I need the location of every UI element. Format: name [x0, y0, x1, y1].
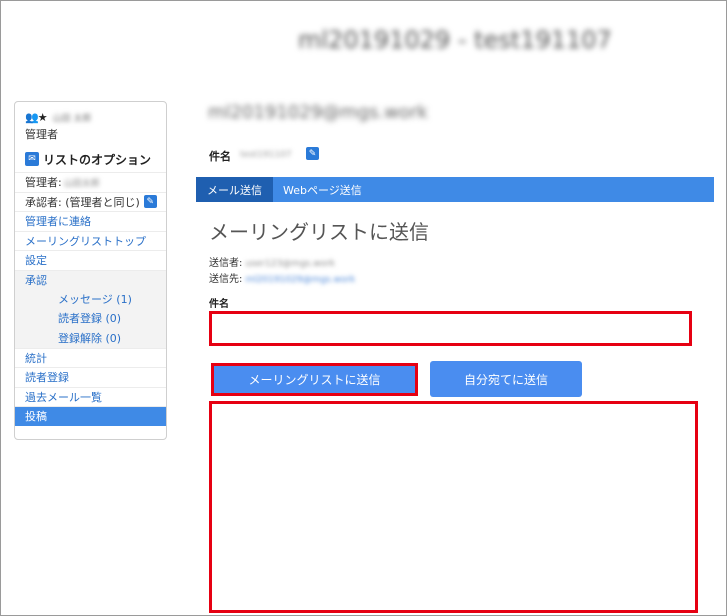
- admin-value: 山田太郎: [63, 178, 100, 189]
- send-tabs: メール送信 Webページ送信: [196, 177, 714, 202]
- sidebar-item-contact-admin[interactable]: 管理者に連絡: [15, 211, 166, 231]
- list-subject-value: test191107: [240, 150, 292, 160]
- page-title: ml20191029 - test191107: [298, 26, 612, 54]
- user-role-icon: 👥★: [25, 111, 48, 124]
- send-to-list-button[interactable]: メーリングリストに送信: [211, 363, 418, 396]
- approver-row: 承認者: (管理者と同じ) ✎: [15, 191, 166, 212]
- sender-value: user123@mgs.work: [245, 259, 335, 269]
- sidebar-item-approval[interactable]: 承認: [15, 269, 166, 289]
- sender-label: 送信者:: [209, 258, 243, 269]
- section-title: メーリングリストに送信: [209, 220, 429, 244]
- sidebar-item-subscribers[interactable]: 読者登録: [15, 367, 166, 387]
- admin-label: 管理者:: [25, 176, 62, 190]
- sidebar-item-list-top[interactable]: メーリングリストトップ: [15, 230, 166, 251]
- recipient-row: 送信先: ml20191029@mgs.work: [209, 270, 355, 285]
- sidebar-item-unsubscribe-requests[interactable]: 登録解除 (0): [15, 328, 166, 348]
- sidebar-item-archive[interactable]: 過去メール一覧: [15, 386, 166, 407]
- list-address: ml20191029@mgs.work: [208, 102, 428, 123]
- recipient-value: ml20191029@mgs.work: [245, 275, 356, 285]
- user-name: 山田 太郎: [52, 114, 92, 124]
- admin-row: 管理者: 山田太郎: [15, 172, 166, 192]
- subject-field-label: 件名: [209, 299, 229, 310]
- approver-label: 承認者: (管理者と同じ): [25, 195, 140, 209]
- tab-web-send[interactable]: Webページ送信: [273, 177, 372, 202]
- sidebar-item-settings[interactable]: 設定: [15, 250, 166, 270]
- recipient-label: 送信先:: [209, 274, 243, 285]
- sender-row: 送信者: user123@mgs.work: [209, 254, 335, 269]
- sidebar: 👥★ 山田 太郎 管理者 ✉ リストのオプション 管理者: 山田太郎 承認者: …: [14, 101, 167, 440]
- list-options-label: リストのオプション: [43, 152, 152, 167]
- message-body-textarea[interactable]: [209, 401, 698, 613]
- sidebar-item-stats[interactable]: 統計: [15, 347, 166, 368]
- sidebar-item-post[interactable]: 投稿: [15, 406, 166, 426]
- tab-mail-send[interactable]: メール送信: [196, 177, 273, 202]
- sidebar-item-subscribe-requests[interactable]: 読者登録 (0): [15, 308, 166, 328]
- subject-input[interactable]: [209, 311, 692, 346]
- list-options-heading: ✉ リストのオプション: [15, 146, 166, 172]
- sidebar-item-messages[interactable]: メッセージ (1): [15, 289, 166, 309]
- send-to-self-button[interactable]: 自分宛てに送信: [430, 361, 582, 397]
- mail-icon: ✉: [25, 152, 39, 166]
- user-role: 管理者: [25, 128, 58, 141]
- list-subject-label: 件名: [209, 150, 231, 163]
- user-box: 👥★ 山田 太郎 管理者: [15, 102, 166, 146]
- edit-subject-icon[interactable]: ✎: [306, 147, 319, 160]
- edit-approver-icon[interactable]: ✎: [143, 195, 157, 209]
